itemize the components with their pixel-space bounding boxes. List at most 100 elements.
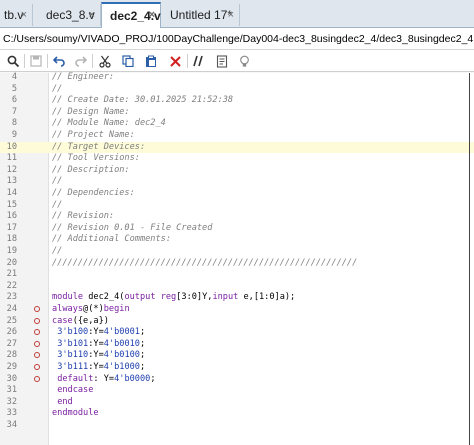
code-text: 3'b110:Y=4'b0100; — [57, 350, 146, 361]
line-number: 26 — [6, 327, 17, 338]
code-line[interactable]: 30 default: Y=4'b0000; — [0, 374, 474, 386]
line-number: 17 — [6, 222, 17, 233]
code-line[interactable]: 8 // Module Name: dec2_4 — [0, 118, 474, 130]
code-text: // Project Name: — [52, 130, 135, 140]
line-number: 5 — [11, 83, 17, 94]
comment-icon[interactable] — [190, 52, 208, 70]
breakpoint-marker-icon[interactable] — [34, 317, 40, 324]
line-number: 4 — [11, 72, 17, 82]
undo-icon[interactable] — [50, 52, 68, 70]
code-text: default: Y=4'b0000; — [57, 373, 156, 384]
line-number: 34 — [6, 420, 17, 430]
line-number: 25 — [6, 315, 17, 326]
code-line[interactable]: 33 endmodule — [0, 408, 474, 420]
code-line[interactable]: 23 module dec2_4(output reg[3:0]Y,input e… — [0, 292, 474, 304]
code-line[interactable]: 12 // Description: — [0, 165, 474, 177]
code-line[interactable]: 7 // Design Name: — [0, 107, 474, 119]
code-line[interactable]: 14 // Dependencies: — [0, 188, 474, 200]
code-text: // Design Name: — [52, 106, 130, 117]
delete-icon[interactable] — [166, 52, 184, 70]
line-number: 24 — [6, 304, 17, 314]
code-line[interactable]: 15 // — [0, 200, 474, 212]
line-number: 23 — [6, 292, 17, 303]
template-icon[interactable] — [213, 52, 231, 70]
search-icon[interactable] — [4, 52, 22, 70]
save-icon[interactable] — [27, 52, 45, 70]
line-number: 14 — [6, 188, 17, 198]
cut-icon[interactable] — [96, 52, 114, 70]
code-line[interactable]: 10 // Target Devices: — [0, 141, 474, 154]
breakpoint-marker-icon[interactable] — [34, 352, 40, 359]
line-number: 8 — [11, 118, 17, 129]
code-line[interactable]: 6 // Create Date: 30.01.2025 21:52:38 — [0, 95, 474, 107]
line-number: 11 — [6, 153, 17, 164]
code-line[interactable]: 22 — [0, 281, 474, 293]
code-line[interactable]: 4 // Engineer: — [0, 72, 474, 84]
code-text: module dec2_4(output reg[3:0]Y,input e,[… — [52, 292, 296, 303]
code-text: // — [52, 246, 63, 256]
code-text: // — [52, 83, 63, 94]
code-text: // Revision: — [52, 211, 115, 222]
code-line[interactable]: 17 // Revision 0.01 - File Created — [0, 223, 474, 235]
editor-tab-bar: tb.v × dec3_8.v × dec2_4.v × Untitled 17… — [0, 0, 474, 28]
file-path-text: C:/Users/soumy/VIVADO_PROJ/100DayChallen… — [3, 33, 474, 45]
tab-dec3-8-v[interactable]: dec3_8.v × — [34, 4, 101, 26]
close-icon[interactable]: × — [149, 9, 155, 21]
line-number: 7 — [11, 106, 17, 117]
breakpoint-marker-icon[interactable] — [34, 340, 40, 347]
tab-dec2-4-v[interactable]: dec2_4.v × — [101, 2, 161, 28]
tab-untitled-17[interactable]: Untitled 17* × — [162, 4, 240, 26]
copy-icon[interactable] — [119, 52, 137, 70]
line-number: 30 — [6, 373, 17, 384]
code-line[interactable]: 13 // — [0, 176, 474, 188]
line-number: 31 — [6, 385, 17, 396]
code-line[interactable]: 24 always@(*)begin — [0, 304, 474, 316]
code-line[interactable]: 34 — [0, 420, 474, 432]
code-line[interactable]: 28 3'b110:Y=4'b0100; — [0, 350, 474, 362]
code-editor[interactable]: 4 // Engineer: 5 // 6 // Create Date: 30.01.2… — [0, 72, 474, 445]
breakpoint-marker-icon[interactable] — [34, 306, 40, 312]
breakpoint-marker-icon[interactable] — [34, 364, 40, 370]
code-text: // Additional Comments: — [52, 234, 171, 245]
code-line[interactable]: 29 3'b111:Y=4'b1000; — [0, 362, 474, 374]
code-text: // — [52, 199, 63, 210]
code-text: // Tool Versions: — [52, 153, 140, 164]
line-number: 18 — [6, 234, 17, 245]
close-icon[interactable]: × — [228, 9, 234, 21]
code-line[interactable]: 16 // Revision: — [0, 211, 474, 223]
code-line[interactable]: 19 // — [0, 246, 474, 258]
editor-right-edge — [469, 73, 470, 445]
code-line[interactable]: 25 case({e,a}) — [0, 316, 474, 328]
tab-tb-v[interactable]: tb.v × — [0, 4, 33, 26]
code-line[interactable]: 32 end — [0, 397, 474, 409]
tab-label: dec3_8.v — [46, 8, 95, 22]
code-line[interactable]: 21 — [0, 269, 474, 281]
paste-icon[interactable] — [142, 52, 160, 70]
code-text: // Module Name: dec2_4 — [52, 118, 166, 129]
code-text: always@(*)begin — [52, 304, 130, 314]
line-number: 16 — [6, 211, 17, 222]
line-number: 21 — [6, 269, 17, 280]
breakpoint-marker-icon[interactable] — [34, 375, 40, 382]
line-number: 6 — [11, 95, 17, 106]
code-line[interactable]: 27 3'b101:Y=4'b0010; — [0, 339, 474, 351]
code-line[interactable]: 5 // — [0, 84, 474, 96]
lightbulb-icon[interactable] — [235, 52, 253, 70]
redo-icon[interactable] — [71, 52, 89, 70]
code-line[interactable]: 31 endcase — [0, 385, 474, 397]
code-text: // — [52, 176, 63, 187]
code-text: // Engineer: — [52, 72, 115, 82]
code-text: 3'b101:Y=4'b0010; — [57, 338, 146, 349]
line-number: 33 — [6, 408, 17, 419]
code-line[interactable]: 20 //////////////////////////////////////… — [0, 258, 474, 270]
code-line[interactable]: 18 // Additional Comments: — [0, 234, 474, 246]
code-line[interactable]: 11 // Tool Versions: — [0, 153, 474, 165]
code-text: // Dependencies: — [52, 188, 135, 198]
line-number: 22 — [6, 280, 17, 291]
line-number: 12 — [6, 164, 17, 175]
breakpoint-marker-icon[interactable] — [34, 329, 40, 336]
close-icon[interactable]: × — [21, 9, 27, 21]
code-line[interactable]: 9 // Project Name: — [0, 130, 474, 142]
close-icon[interactable]: × — [89, 9, 95, 21]
code-line[interactable]: 26 3'b100:Y=4'b0001; — [0, 327, 474, 339]
